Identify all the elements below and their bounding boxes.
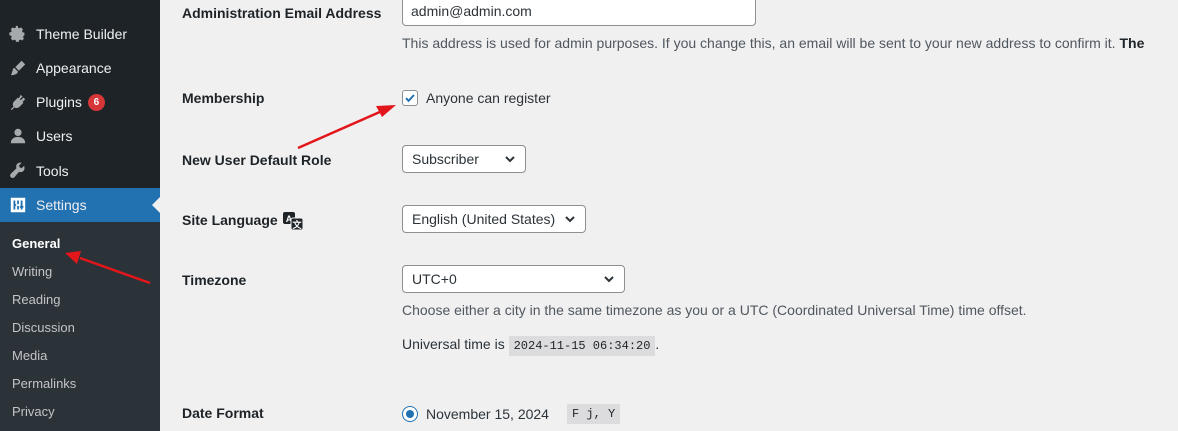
paintbrush-icon: [0, 59, 36, 77]
chevron-down-icon: [604, 276, 614, 283]
menu-item-theme-builder[interactable]: Theme Builder: [0, 17, 160, 51]
menu-label: Settings: [36, 197, 87, 213]
wrench-icon: [0, 162, 36, 180]
svg-text:文: 文: [291, 219, 302, 230]
settings-submenu: General Writing Reading Discussion Media…: [0, 222, 160, 431]
admin-email-description-text: This address is used for admin purposes.…: [402, 35, 1116, 51]
admin-sidebar: Theme Builder Appearance Plugins 6 Users…: [0, 0, 160, 431]
gear-icon: [0, 25, 36, 43]
timezone-value: UTC+0: [412, 271, 457, 287]
menu-item-appearance[interactable]: Appearance: [0, 51, 160, 85]
site-language-label: Site Language: [182, 212, 278, 228]
update-count-badge: 6: [87, 93, 105, 111]
radio-selected-dot: [406, 410, 414, 418]
menu-label: Tools: [36, 163, 69, 179]
submenu-item-discussion[interactable]: Discussion: [12, 320, 75, 335]
admin-email-input[interactable]: [402, 0, 756, 26]
checkmark-icon: [405, 94, 415, 103]
date-format-radio[interactable]: [402, 406, 418, 422]
default-role-label: New User Default Role: [182, 152, 332, 168]
translate-icon: A 文: [283, 212, 303, 230]
menu-item-users[interactable]: Users: [0, 119, 160, 153]
menu-item-settings[interactable]: Settings: [0, 188, 160, 222]
admin-email-description-bold: The: [1119, 35, 1145, 51]
submenu-item-reading[interactable]: Reading: [12, 292, 60, 307]
date-format-option-label[interactable]: November 15, 2024: [426, 406, 549, 422]
user-icon: [0, 127, 36, 145]
chevron-down-icon: [565, 216, 575, 223]
date-format-code: F j, Y: [567, 404, 621, 424]
default-role-select[interactable]: Subscriber: [402, 145, 526, 173]
menu-label: Plugins: [36, 94, 82, 110]
arrow-to-checkbox: [297, 105, 396, 150]
active-indicator: [152, 197, 160, 213]
site-language-select[interactable]: English (United States): [402, 205, 586, 233]
submenu-item-privacy[interactable]: Privacy: [12, 404, 55, 419]
default-role-value: Subscriber: [412, 151, 479, 167]
timezone-label: Timezone: [182, 272, 247, 288]
menu-label: Users: [36, 128, 73, 144]
annotation-arrows: [65, 105, 396, 285]
menu-label: Appearance: [36, 60, 112, 76]
admin-email-label: Administration Email Address: [182, 5, 382, 21]
menu-item-plugins[interactable]: Plugins 6: [0, 85, 160, 119]
anyone-can-register-label[interactable]: Anyone can register: [426, 90, 551, 106]
universal-time-value: 2024-11-15 06:34:20: [508, 336, 656, 356]
settings-icon: [0, 196, 36, 214]
universal-time: Universal time is 2024-11-15 06:34:20.: [402, 336, 660, 356]
admin-email-description: This address is used for admin purposes.…: [402, 35, 1144, 51]
date-format-label: Date Format: [182, 405, 264, 421]
menu-item-tools[interactable]: Tools: [0, 154, 160, 188]
timezone-description: Choose either a city in the same timezon…: [402, 302, 1027, 318]
plugin-icon: [0, 93, 36, 111]
anyone-can-register-checkbox[interactable]: [402, 90, 418, 106]
menu-label: Theme Builder: [36, 26, 128, 42]
membership-label: Membership: [182, 90, 265, 106]
submenu-item-general[interactable]: General: [12, 236, 60, 251]
timezone-select[interactable]: UTC+0: [402, 265, 625, 293]
chevron-down-icon: [505, 156, 515, 163]
universal-time-suffix: .: [655, 336, 660, 352]
submenu-item-writing[interactable]: Writing: [12, 264, 52, 279]
universal-time-prefix: Universal time is: [402, 336, 505, 352]
site-language-value: English (United States): [412, 211, 556, 227]
submenu-item-permalinks[interactable]: Permalinks: [12, 376, 76, 391]
submenu-item-media[interactable]: Media: [12, 348, 47, 363]
